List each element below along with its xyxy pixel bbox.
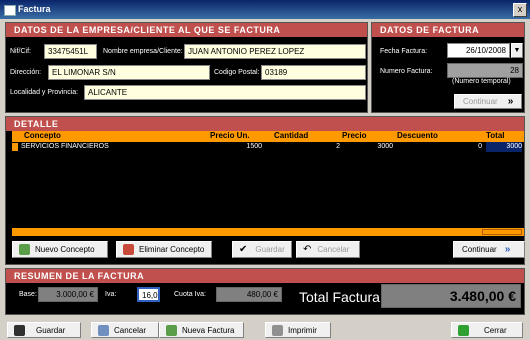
cancelar-concepto-button[interactable]: ↶ Cancelar	[296, 241, 360, 258]
localidad-label: Localidad y Provincia:	[10, 89, 79, 96]
col-precio: Precio	[342, 131, 367, 140]
cancelar-concepto-label: Cancelar	[317, 245, 350, 254]
double-chevron-right-icon: »	[507, 96, 514, 107]
cliente-panel: DATOS DE LA EMPRESA/CLIENTE AL QUE SE FA…	[5, 22, 368, 113]
cell-descuento[interactable]: 0	[397, 142, 482, 152]
guardar-concepto-button[interactable]: ✔ Guardar	[232, 241, 292, 258]
col-concepto: Concepto	[24, 131, 61, 140]
col-descuento: Descuento	[397, 131, 438, 140]
delete-icon	[123, 244, 134, 255]
cell-precio[interactable]: 3000	[342, 142, 393, 152]
cancelar-label: Cancelar	[114, 325, 147, 335]
cuota-label: Cuota Iva:	[174, 291, 206, 298]
resumen-header: RESUMEN DE LA FACTURA	[6, 269, 524, 283]
nombre-field[interactable]: JUAN ANTONIO PEREZ LOPEZ	[184, 44, 366, 59]
window-titlebar: Factura x	[0, 0, 530, 19]
cerrar-label: Cerrar	[484, 325, 507, 335]
col-cantidad: Cantidad	[274, 131, 309, 140]
guardar-concepto-label: Guardar	[255, 245, 285, 254]
continuar-detalle-label: Continuar	[462, 245, 497, 254]
app-icon	[4, 5, 16, 16]
guardar-label: Guardar	[36, 325, 66, 335]
undo-icon	[98, 324, 109, 336]
eliminar-concepto-label: Eliminar Concepto	[139, 245, 205, 254]
fecha-label: Fecha Factura:	[380, 48, 428, 55]
undo-icon: ↶	[303, 244, 312, 255]
numero-temporal-note: (Numero temporal)	[452, 78, 511, 85]
factura-panel: DATOS DE FACTURA Fecha Factura: 26/10/20…	[371, 22, 525, 113]
cp-label: Codigo Postal:	[214, 69, 260, 76]
nueva-factura-label: Nueva Factura	[182, 325, 235, 335]
table-row[interactable]: SERVICIOS FINANCIEROS 1500 2 3000 0 3000	[12, 142, 524, 152]
cell-cantidad[interactable]: 2	[274, 142, 340, 152]
row-selector-icon	[12, 143, 18, 151]
direccion-label: Dirección:	[10, 69, 42, 76]
cell-concepto[interactable]: SERVICIOS FINANCIEROS	[21, 142, 109, 152]
cp-field[interactable]: 03189	[261, 65, 366, 80]
exit-icon	[458, 324, 469, 336]
continuar-factura-button[interactable]: Continuar »	[454, 94, 522, 109]
cuota-field: 480,00 €	[216, 287, 282, 302]
iva-field[interactable]: 16,00	[137, 287, 160, 302]
localidad-field[interactable]: ALICANTE	[84, 85, 366, 100]
factura-header: DATOS DE FACTURA	[372, 23, 524, 37]
eliminar-concepto-button[interactable]: Eliminar Concepto	[116, 241, 212, 258]
add-icon	[19, 244, 30, 255]
guardar-button[interactable]: Guardar	[7, 322, 81, 338]
numero-label: Numero Factura:	[380, 68, 433, 75]
nueva-factura-button[interactable]: Nueva Factura	[159, 322, 244, 338]
detalle-panel: DETALLE Concepto Precio Un. Cantidad Pre…	[5, 116, 525, 265]
cerrar-button[interactable]: Cerrar	[451, 322, 523, 338]
calendar-dropdown-button[interactable]: ▼	[511, 43, 523, 58]
base-label: Base:	[19, 291, 37, 298]
nombre-label: Nombre empresa/Cliente:	[103, 48, 183, 55]
printer-icon	[272, 324, 283, 336]
grid-footer-total	[482, 229, 522, 235]
direccion-field[interactable]: EL LIMONAR S/N	[48, 65, 210, 80]
grid-header: Concepto Precio Un. Cantidad Precio Desc…	[12, 131, 524, 142]
nuevo-concepto-button[interactable]: Nuevo Concepto	[12, 241, 108, 258]
imprimir-label: Imprimir	[288, 325, 317, 335]
continuar-factura-label: Continuar	[463, 97, 498, 106]
detalle-header: DETALLE	[6, 117, 524, 131]
col-total: Total	[486, 131, 505, 140]
cliente-header: DATOS DE LA EMPRESA/CLIENTE AL QUE SE FA…	[6, 23, 367, 37]
nuevo-concepto-label: Nuevo Concepto	[35, 245, 95, 254]
double-chevron-right-icon: »	[504, 244, 511, 255]
base-field: 3.000,00 €	[38, 287, 98, 302]
fecha-field[interactable]: 26/10/2008	[447, 43, 510, 58]
cancelar-button[interactable]: Cancelar	[91, 322, 159, 338]
iva-label: Iva:	[105, 291, 117, 298]
total-field: 3.480,00 €	[381, 284, 521, 308]
grid-footer-bar	[12, 228, 524, 236]
cell-total[interactable]: 3000	[486, 142, 522, 152]
total-label: Total Factura:	[299, 289, 384, 305]
floppy-disk-icon	[14, 324, 25, 336]
new-document-icon	[166, 324, 177, 336]
nif-field[interactable]: 33475451L	[44, 44, 97, 59]
numero-field: 28	[447, 63, 523, 78]
nif-label: Nif/Cif:	[10, 48, 31, 55]
window-title: Factura	[18, 4, 51, 14]
col-precio-un: Precio Un.	[210, 131, 250, 140]
continuar-detalle-button[interactable]: Continuar »	[453, 241, 525, 258]
cell-precio-un[interactable]: 1500	[210, 142, 262, 152]
imprimir-button[interactable]: Imprimir	[265, 322, 331, 338]
resumen-panel: RESUMEN DE LA FACTURA Base: 3.000,00 € I…	[5, 268, 525, 315]
check-icon: ✔	[239, 244, 248, 255]
close-button[interactable]: x	[513, 3, 527, 17]
